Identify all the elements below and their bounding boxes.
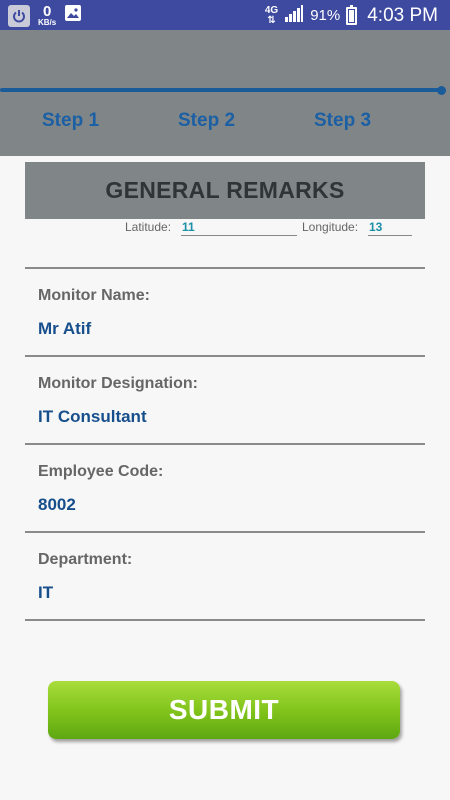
field-label: Department: (38, 551, 133, 568)
data-arrows-icon: ⇅ (267, 14, 276, 26)
department-field: Department: IT (25, 533, 425, 619)
divider (25, 619, 425, 621)
status-left: 0 KB/s (8, 4, 82, 27)
stepper-header: Step 1 Step 2 Step 3 (0, 30, 450, 156)
data-rate-unit: KB/s (38, 18, 57, 27)
monitor-name-field: Monitor Name: Mr Atif (25, 269, 425, 355)
step-progress-dot (437, 86, 446, 95)
longitude-underline (368, 235, 412, 236)
step-progress-line (0, 88, 441, 92)
status-bar: 0 KB/s 4G ⇅ 91% 4:03 PM (0, 0, 450, 30)
longitude-label: Longitude: (302, 220, 359, 234)
battery-icon (346, 4, 358, 25)
field-value: IT (38, 583, 54, 602)
network-4g-icon: 4G ⇅ (264, 4, 279, 26)
status-right: 4G ⇅ 91% 4:03 PM (265, 4, 438, 27)
field-label: Monitor Designation: (38, 375, 198, 392)
remarks-card: GENERAL REMARKS Latitude: 11 Longitude: … (25, 162, 425, 621)
latitude-field[interactable]: 11 (182, 220, 195, 234)
monitor-designation-field: Monitor Designation: IT Consultant (25, 357, 425, 443)
tab-step-2[interactable]: Step 2 (178, 110, 235, 132)
field-label: Employee Code: (38, 463, 164, 480)
signal-icon (284, 4, 304, 27)
battery-percent: 91% (310, 7, 341, 24)
field-value: Mr Atif (38, 319, 92, 338)
submit-button[interactable]: SUBMIT (48, 681, 400, 739)
employee-code-field: Employee Code: 8002 (25, 445, 425, 531)
latitude-label: Latitude: (125, 220, 172, 234)
image-icon (64, 4, 82, 27)
section-title: GENERAL REMARKS (105, 177, 345, 203)
longitude-field[interactable]: 13 (369, 220, 382, 234)
location-row: Latitude: 11 Longitude: 13 (25, 219, 425, 267)
section-header: GENERAL REMARKS (25, 162, 425, 219)
submit-label: SUBMIT (168, 694, 280, 725)
tab-step-3[interactable]: Step 3 (314, 110, 371, 132)
field-value: IT Consultant (38, 407, 147, 426)
data-rate-value: 0 (42, 3, 52, 20)
power-icon (8, 4, 30, 27)
network-type: 4G (264, 4, 279, 16)
field-label: Monitor Name: (38, 287, 150, 304)
tab-step-1[interactable]: Step 1 (42, 110, 99, 132)
latitude-underline (181, 235, 297, 236)
data-rate: 0 KB/s (38, 4, 56, 27)
field-value: 8002 (38, 495, 76, 514)
clock: 4:03 PM (367, 4, 438, 26)
